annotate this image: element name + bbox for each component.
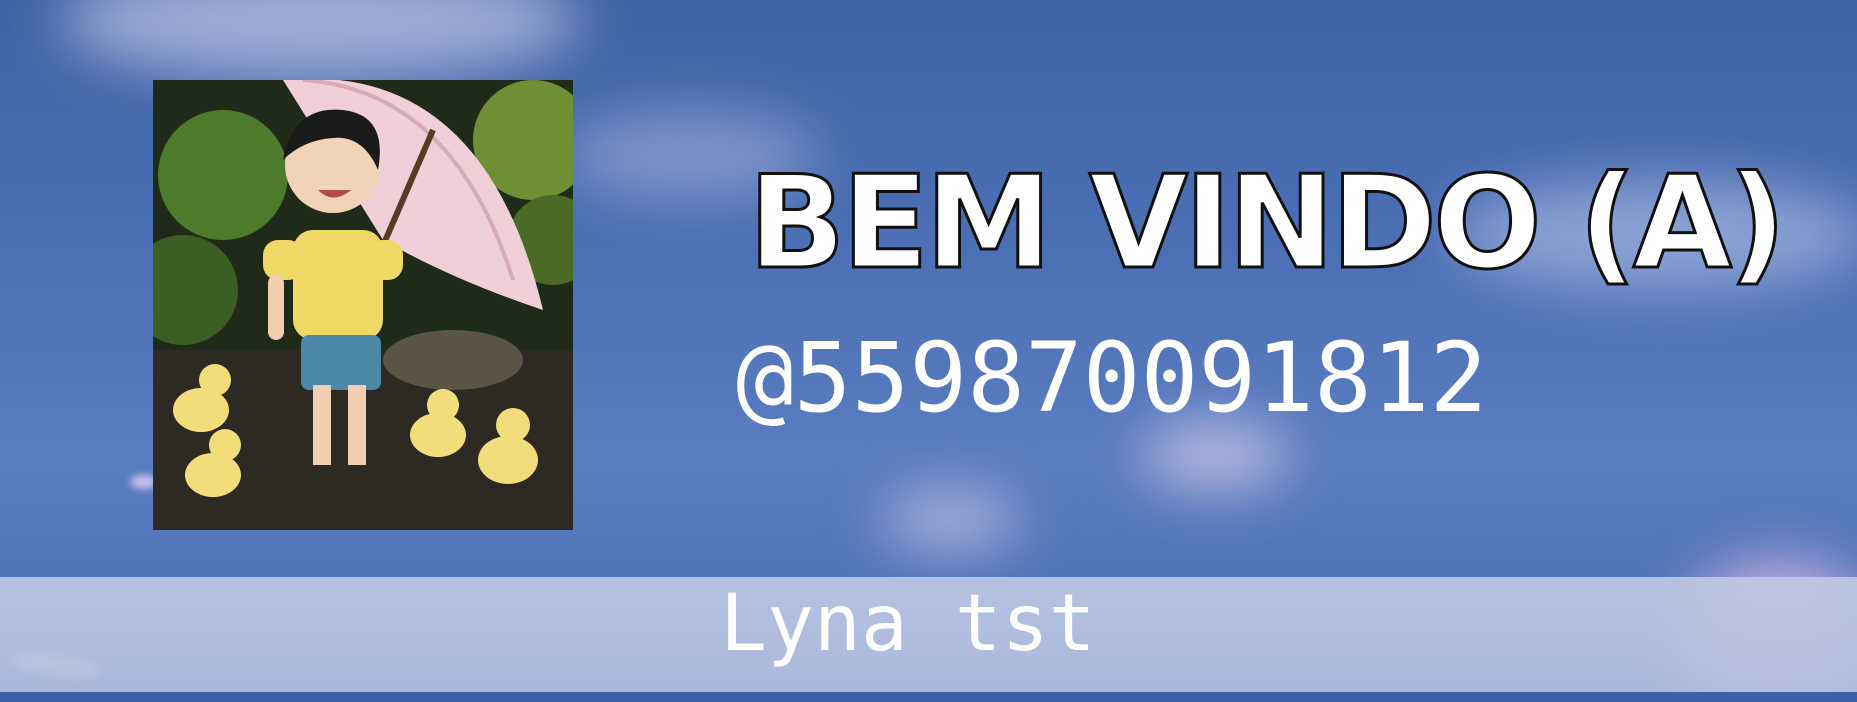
avatar: [153, 80, 573, 530]
banner-bottom-edge: [0, 692, 1857, 702]
cloud: [880, 490, 1020, 550]
welcome-card: BEM VINDO (A) @559870091812 Lyna tst: [0, 0, 1857, 702]
user-name: Lyna tst: [720, 579, 1096, 669]
user-handle: @559870091812: [736, 322, 1488, 434]
welcome-title: BEM VINDO (A): [746, 149, 1787, 298]
cloud: [60, 0, 580, 80]
avatar-illustration: [153, 80, 573, 530]
